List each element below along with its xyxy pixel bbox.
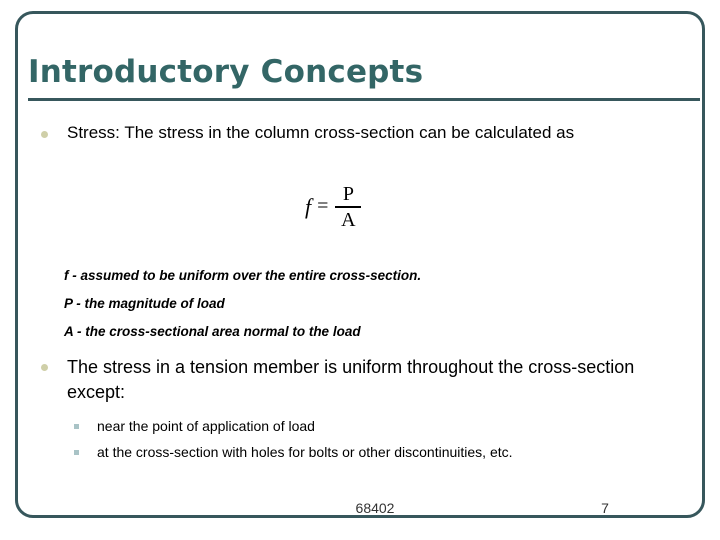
square-bullet-icon bbox=[74, 450, 79, 456]
bullet-item-tension-label: The stress in a tension member is unifor… bbox=[67, 357, 635, 402]
bullet-item-stress: Stress: The stress in the column cross-s… bbox=[41, 122, 693, 145]
equation-lhs: f bbox=[305, 193, 312, 219]
dot-bullet-icon bbox=[41, 364, 48, 371]
definition-line-a: A - the cross-sectional area normal to t… bbox=[64, 324, 361, 339]
stress-equation: f = P A bbox=[305, 183, 362, 231]
equation-fraction: P A bbox=[335, 183, 362, 231]
definition-list: f - assumed to be uniform over the entir… bbox=[64, 268, 664, 352]
sub-bullet-item-load-point-label: near the point of application of load bbox=[97, 418, 315, 434]
bullet-item-stress-label: Stress: The stress in the column cross-s… bbox=[67, 123, 575, 142]
equation-denominator: A bbox=[341, 208, 356, 231]
footer-course-code: 68402 bbox=[355, 500, 395, 516]
sub-bullet-item-holes-label: at the cross-section with holes for bolt… bbox=[97, 444, 513, 461]
title-divider bbox=[28, 98, 700, 101]
bullet-item-tension: The stress in a tension member is unifor… bbox=[41, 355, 693, 405]
square-bullet-icon bbox=[74, 424, 79, 429]
slide: Introductory Concepts Stress: The stress… bbox=[0, 0, 720, 540]
definition-line-p: P - the magnitude of load bbox=[64, 296, 225, 311]
page-title: Introductory Concepts bbox=[28, 54, 424, 90]
sub-bullet-item-load-point: near the point of application of load bbox=[74, 417, 694, 435]
dot-bullet-icon bbox=[41, 131, 48, 138]
sub-bullet-item-holes: at the cross-section with holes for bolt… bbox=[74, 443, 694, 461]
equation-operator: = bbox=[317, 195, 329, 218]
definition-line-f: f - assumed to be uniform over the entir… bbox=[64, 268, 422, 283]
sub-bullet-list: near the point of application of load at… bbox=[74, 417, 694, 469]
equation-numerator: P bbox=[342, 183, 354, 205]
footer-page-number: 7 bbox=[601, 500, 609, 516]
